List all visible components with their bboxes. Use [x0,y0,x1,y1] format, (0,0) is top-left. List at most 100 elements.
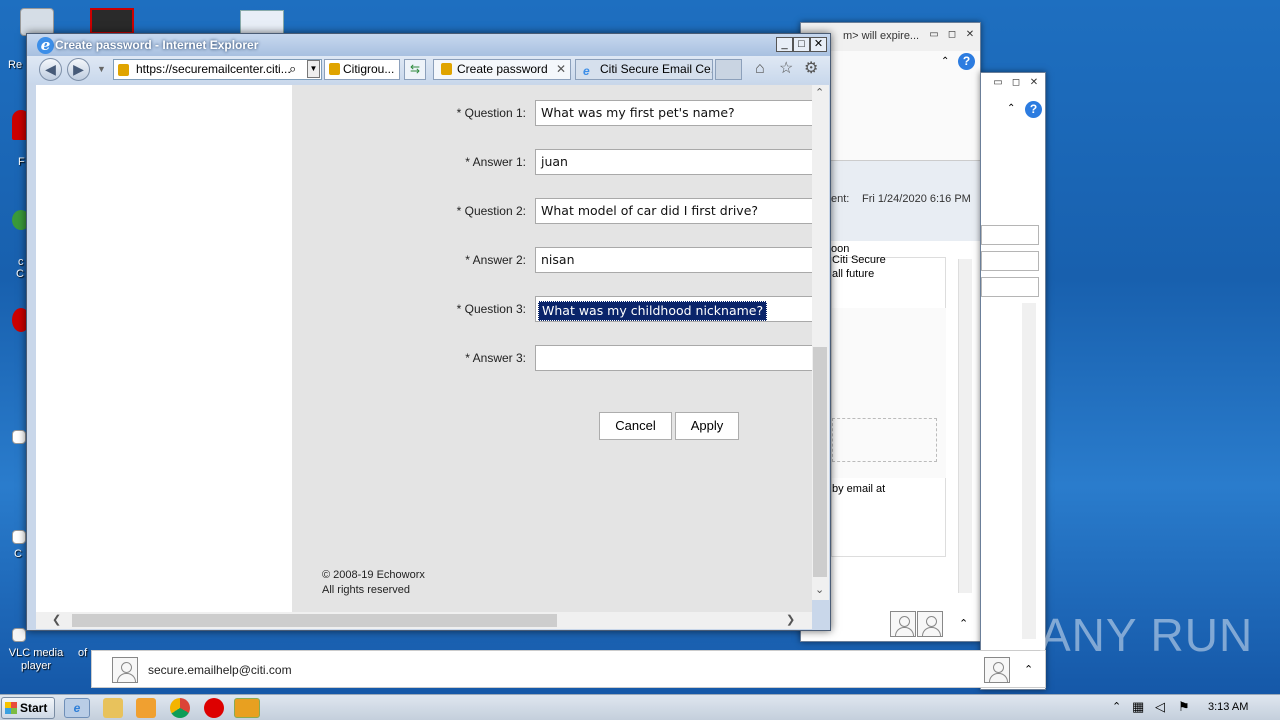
network-icon[interactable]: ▦ [1132,699,1144,715]
lock-icon [329,63,340,75]
question2-label: * Question 2: [456,204,526,218]
outlook-icon[interactable] [234,698,260,718]
clock[interactable]: 3:13 AM [1208,701,1248,713]
answer3-field[interactable] [535,345,812,371]
answer2-label: * Answer 2: [465,253,526,267]
page-content: * Question 1: What was my first pet's na… [36,85,812,612]
people-pane: secure.emailhelp@citi.com ⌃ [91,650,1046,688]
chevron-up-icon[interactable]: ⌃ [1007,103,1015,114]
media-player-icon[interactable] [136,698,156,718]
question1-select[interactable]: What was my first pet's name? [535,100,812,126]
forward-arrow-icon[interactable]: ▶ [67,58,90,81]
close-icon[interactable]: ✕ [810,37,827,52]
question3-select[interactable]: What was my childhood nickname? [535,296,812,322]
tab-create-password[interactable]: Create password ✕ [433,59,571,80]
chrome-icon[interactable] [170,698,190,718]
start-button[interactable]: Start [1,697,55,719]
volume-icon[interactable]: ◁ [1155,699,1165,715]
anyrun-watermark: ANY RUN [1040,609,1254,661]
search-icon[interactable]: ⌕ [289,61,296,77]
ie-title-bar: e Create password - Internet Explorer _ … [27,34,830,56]
site-identity-tab[interactable]: Citigrou... [324,59,400,80]
tab-label: Create password [457,62,548,76]
vertical-scrollbar[interactable]: ⌃ ⌄ [812,85,829,600]
chevron-down-icon[interactable]: ▼ [97,64,106,74]
help-icon[interactable]: ? [958,53,975,70]
answer1-label: * Answer 1: [465,155,526,169]
minimize-icon[interactable]: _ [776,37,793,52]
shortcut-icon[interactable] [12,430,26,444]
recycle-bin-icon[interactable] [20,8,54,36]
ie-window: e Create password - Internet Explorer _ … [26,33,831,631]
answer2-field[interactable]: nisan [535,247,812,273]
horizontal-scrollbar[interactable]: ❮ ❯ [36,612,812,629]
opera-icon[interactable] [204,698,224,718]
cc-field[interactable] [981,251,1039,271]
apply-button[interactable]: Apply [675,412,739,440]
maximize-icon[interactable]: ◻ [945,29,959,41]
ie-logo-icon: e [37,37,54,54]
address-text: https://securemailcenter.citi... [136,62,291,76]
desktop-icon-label: C [14,548,22,560]
flag-icon[interactable]: ⚑ [1178,699,1190,715]
scroll-thumb[interactable] [72,614,557,627]
answer3-label: * Answer 3: [465,351,526,365]
new-tab-button[interactable] [715,59,742,80]
outlook-title-text: m> will expire... [843,30,920,42]
message-scrollbar[interactable] [958,259,972,593]
vlc-icon[interactable] [12,628,26,642]
close-icon[interactable]: ✕ [1027,77,1041,89]
chevron-up-icon[interactable]: ⌃ [959,617,968,630]
folder-icon[interactable] [103,698,123,718]
subject-field[interactable] [981,277,1039,297]
close-tab-icon[interactable]: ✕ [556,60,566,79]
windows-logo-icon [5,702,17,714]
desktop-icon-label: c [18,256,24,268]
back-arrow-icon[interactable]: ◀ [39,58,62,81]
close-icon[interactable]: ✕ [963,29,977,41]
maximize-icon[interactable]: ◻ [1009,77,1023,89]
avatar[interactable] [917,611,943,637]
scroll-up-icon[interactable]: ⌃ [815,88,824,99]
avatar[interactable] [890,611,916,637]
scroll-thumb[interactable] [813,347,827,577]
minimize-icon[interactable]: ▭ [991,77,1005,89]
message-body: Citi Secure all future by email at [831,254,946,557]
chevron-up-icon[interactable]: ⌃ [1024,663,1033,676]
tab-citi-secure-email[interactable]: e Citi Secure Email Ce... [575,59,713,80]
dropdown-icon[interactable]: ▼ [307,60,320,78]
scroll-left-icon[interactable]: ❮ [52,615,61,626]
avatar [984,657,1010,683]
rights-text: All rights reserved [322,584,411,596]
cancel-button[interactable]: Cancel [599,412,672,440]
body-text: Citi Secure [832,254,886,266]
to-field[interactable] [981,225,1039,245]
question1-label: * Question 1: [456,106,526,120]
scrollbar[interactable] [1022,303,1036,639]
desktop-icon-label: C [16,268,24,280]
sender-email[interactable]: secure.emailhelp@citi.com [148,663,292,677]
body-text: all future [832,268,875,280]
chevron-up-icon[interactable]: ⌃ [941,56,949,67]
home-icon[interactable]: ⌂ [755,61,765,77]
answer1-field[interactable]: juan [535,149,812,175]
sent-label: ent: [831,193,850,205]
desktop-icon-label: of [78,647,88,659]
favorites-star-icon[interactable]: ☆ [779,61,793,77]
desktop-icon-label: Re [8,59,23,71]
gear-icon[interactable]: ⚙ [804,61,818,77]
shortcut-icon[interactable] [12,530,26,544]
refresh-icon[interactable]: ⇆ [404,59,426,80]
question2-select[interactable]: What model of car did I first drive? [535,198,812,224]
minimize-icon[interactable]: ▭ [927,29,941,41]
maximize-icon[interactable]: □ [793,37,810,52]
site-identity-text: Citigrou... [343,62,395,76]
question3-selected-value: What was my childhood nickname? [538,301,768,321]
lock-icon [441,63,452,75]
scroll-right-icon[interactable]: ❯ [786,615,795,626]
scroll-down-icon[interactable]: ⌄ [815,585,824,596]
help-icon[interactable]: ? [1025,101,1042,118]
chevron-up-icon[interactable]: ⌃ [1112,700,1121,713]
ie-taskbar-icon[interactable]: e [64,698,90,718]
app-icon[interactable] [90,8,134,34]
